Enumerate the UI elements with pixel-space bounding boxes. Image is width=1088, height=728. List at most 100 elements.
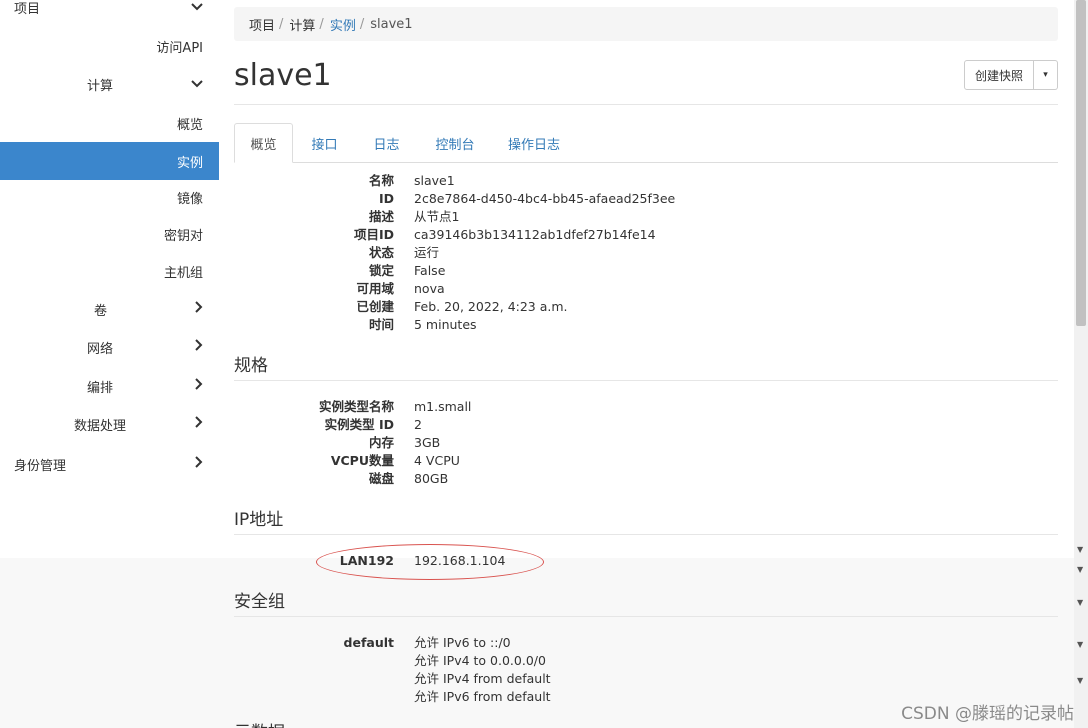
field-label: 实例类型 ID	[324, 417, 394, 432]
sidebar-item-server-groups[interactable]: 主机组	[0, 253, 219, 289]
breadcrumb-instances-link[interactable]: 实例	[330, 15, 356, 34]
field-value: 运行	[414, 245, 440, 260]
security-rule-row: 允许 IPv4 from default	[234, 670, 1058, 688]
sidebar-item-label: 身份管理	[14, 458, 67, 474]
overview-row: 名称 slave1	[234, 172, 1058, 190]
section-divider	[234, 534, 1058, 535]
field-value: ca39146b3b134112ab1dfef27b14fe14	[414, 227, 656, 242]
sidebar-item-label: 计算	[87, 78, 114, 94]
field-value: 2c8e7864-d450-4bc4-bb45-afaead25f3ee	[414, 191, 676, 206]
sidebar-item-label: 数据处理	[74, 418, 127, 434]
sidebar-item-label: 密钥对	[163, 228, 203, 244]
sidebar-item-label: 编排	[87, 380, 114, 396]
overview-row: 描述 从节点1	[234, 208, 1058, 226]
security-rule: 允许 IPv6 from default	[414, 689, 551, 704]
scroll-down-arrow-icon[interactable]: ▼	[1077, 598, 1083, 607]
field-value: Feb. 20, 2022, 4:23 a.m.	[414, 299, 568, 314]
field-label: 磁盘	[368, 471, 394, 486]
sidebar-item-volumes[interactable]: 卷	[0, 291, 219, 327]
tab-overview[interactable]: 概览	[234, 123, 293, 163]
spec-row: 内存 3GB	[234, 434, 1058, 452]
field-label: 状态	[368, 245, 394, 260]
security-group-row: default 允许 IPv6 to ::/0	[234, 634, 1058, 652]
overview-row: 项目ID ca39146b3b134112ab1dfef27b14fe14	[234, 226, 1058, 244]
chevron-down-icon	[191, 0, 203, 15]
title-divider	[234, 104, 1058, 105]
sidebar-item-api-access[interactable]: 访问API	[0, 28, 219, 64]
sidebar-item-instances[interactable]: 实例	[0, 142, 219, 180]
sidebar-item-label: 网络	[87, 341, 114, 357]
field-value: False	[414, 263, 446, 278]
sidebar-item-network[interactable]: 网络	[0, 329, 219, 365]
tab-log[interactable]: 日志	[364, 123, 409, 163]
sidebar-item-data-processing[interactable]: 数据处理	[0, 406, 219, 442]
overview-row: 已创建 Feb. 20, 2022, 4:23 a.m.	[234, 298, 1058, 316]
overview-row: 状态 运行	[234, 244, 1058, 262]
tab-bar: 概览 接口 日志 控制台 操作日志	[234, 123, 1058, 163]
sidebar-item-label: 访问API	[156, 40, 203, 56]
sidebar-item-label: 卷	[94, 303, 108, 319]
field-label: 描述	[368, 209, 394, 224]
sidebar: 项目 访问API 计算 概览 实例 镜像 密钥对 主机组 卷 网络 编排 数据处…	[0, 0, 219, 558]
create-snapshot-button[interactable]: 创建快照	[964, 60, 1034, 90]
page-title: slave1	[234, 58, 332, 93]
spec-row: VCPU数量 4 VCPU	[234, 452, 1058, 470]
overview-row: ID 2c8e7864-d450-4bc4-bb45-afaead25f3ee	[234, 190, 1058, 208]
sidebar-item-overview[interactable]: 概览	[0, 105, 219, 141]
tab-interfaces[interactable]: 接口	[302, 123, 347, 163]
scroll-down-arrow-icon[interactable]: ▼	[1077, 565, 1083, 574]
breadcrumb-project[interactable]: 项目	[249, 15, 275, 34]
field-label: 可用域	[356, 281, 394, 296]
ip-row: LAN192 192.168.1.104	[234, 552, 1058, 570]
security-groups-heading: 安全组	[234, 592, 285, 612]
sidebar-item-project[interactable]: 项目	[0, 0, 219, 25]
sidebar-item-label: 概览	[176, 117, 203, 133]
section-divider	[234, 380, 1058, 381]
field-value: 2	[414, 417, 422, 432]
field-value: 5 minutes	[414, 317, 477, 332]
scroll-down-arrow-icon[interactable]: ▼	[1077, 676, 1083, 685]
sidebar-item-orchestration[interactable]: 编排	[0, 368, 219, 404]
metadata-heading-partial: 元数据	[234, 718, 285, 728]
chevron-down-icon	[191, 77, 203, 92]
overview-row: 时间 5 minutes	[234, 316, 1058, 334]
sidebar-item-keypairs[interactable]: 密钥对	[0, 216, 219, 252]
sidebar-item-label: 实例	[176, 155, 203, 171]
breadcrumb: 项目 / 计算 / 实例 / slave1	[234, 7, 1058, 41]
action-button-group: 创建快照 ▾	[964, 60, 1058, 90]
sidebar-item-label: 主机组	[163, 265, 203, 281]
field-label: 项目ID	[353, 227, 394, 242]
page-scrollbar[interactable]	[1074, 0, 1088, 728]
breadcrumb-current: slave1	[370, 16, 413, 32]
scroll-down-arrow-icon[interactable]: ▼	[1077, 640, 1083, 649]
chevron-right-icon	[195, 339, 203, 355]
sidebar-item-identity[interactable]: 身份管理	[0, 446, 219, 482]
actions-dropdown-caret-icon[interactable]: ▾	[1034, 60, 1058, 90]
field-value: slave1	[414, 173, 455, 188]
sidebar-item-label: 镜像	[176, 191, 203, 207]
chevron-right-icon	[195, 416, 203, 432]
spec-row: 磁盘 80GB	[234, 470, 1058, 488]
specs-heading: 规格	[234, 356, 268, 376]
watermark: CSDN @滕瑶的记录帖	[901, 704, 1074, 724]
security-rule: 允许 IPv4 from default	[414, 671, 551, 686]
spec-row: 实例类型 ID 2	[234, 416, 1058, 434]
tab-console[interactable]: 控制台	[426, 123, 484, 163]
tab-action-log[interactable]: 操作日志	[502, 123, 566, 163]
security-group-name: default	[343, 635, 394, 650]
security-rule: 允许 IPv4 to 0.0.0.0/0	[414, 653, 546, 668]
breadcrumb-compute[interactable]: 计算	[289, 15, 315, 34]
scroll-down-arrow-icon[interactable]: ▼	[1077, 545, 1083, 554]
field-value: 3GB	[414, 435, 441, 450]
scrollbar-thumb[interactable]	[1076, 0, 1086, 326]
field-value: nova	[414, 281, 445, 296]
security-rule-row: 允许 IPv4 to 0.0.0.0/0	[234, 652, 1058, 670]
sidebar-item-images[interactable]: 镜像	[0, 179, 219, 215]
sidebar-item-compute[interactable]: 计算	[0, 66, 219, 102]
field-label: 名称	[368, 173, 394, 188]
field-label: 锁定	[368, 263, 394, 278]
field-value: 4 VCPU	[414, 453, 460, 468]
sidebar-item-label: 项目	[14, 1, 41, 17]
chevron-right-icon	[195, 378, 203, 394]
security-rule: 允许 IPv6 to ::/0	[414, 635, 511, 650]
